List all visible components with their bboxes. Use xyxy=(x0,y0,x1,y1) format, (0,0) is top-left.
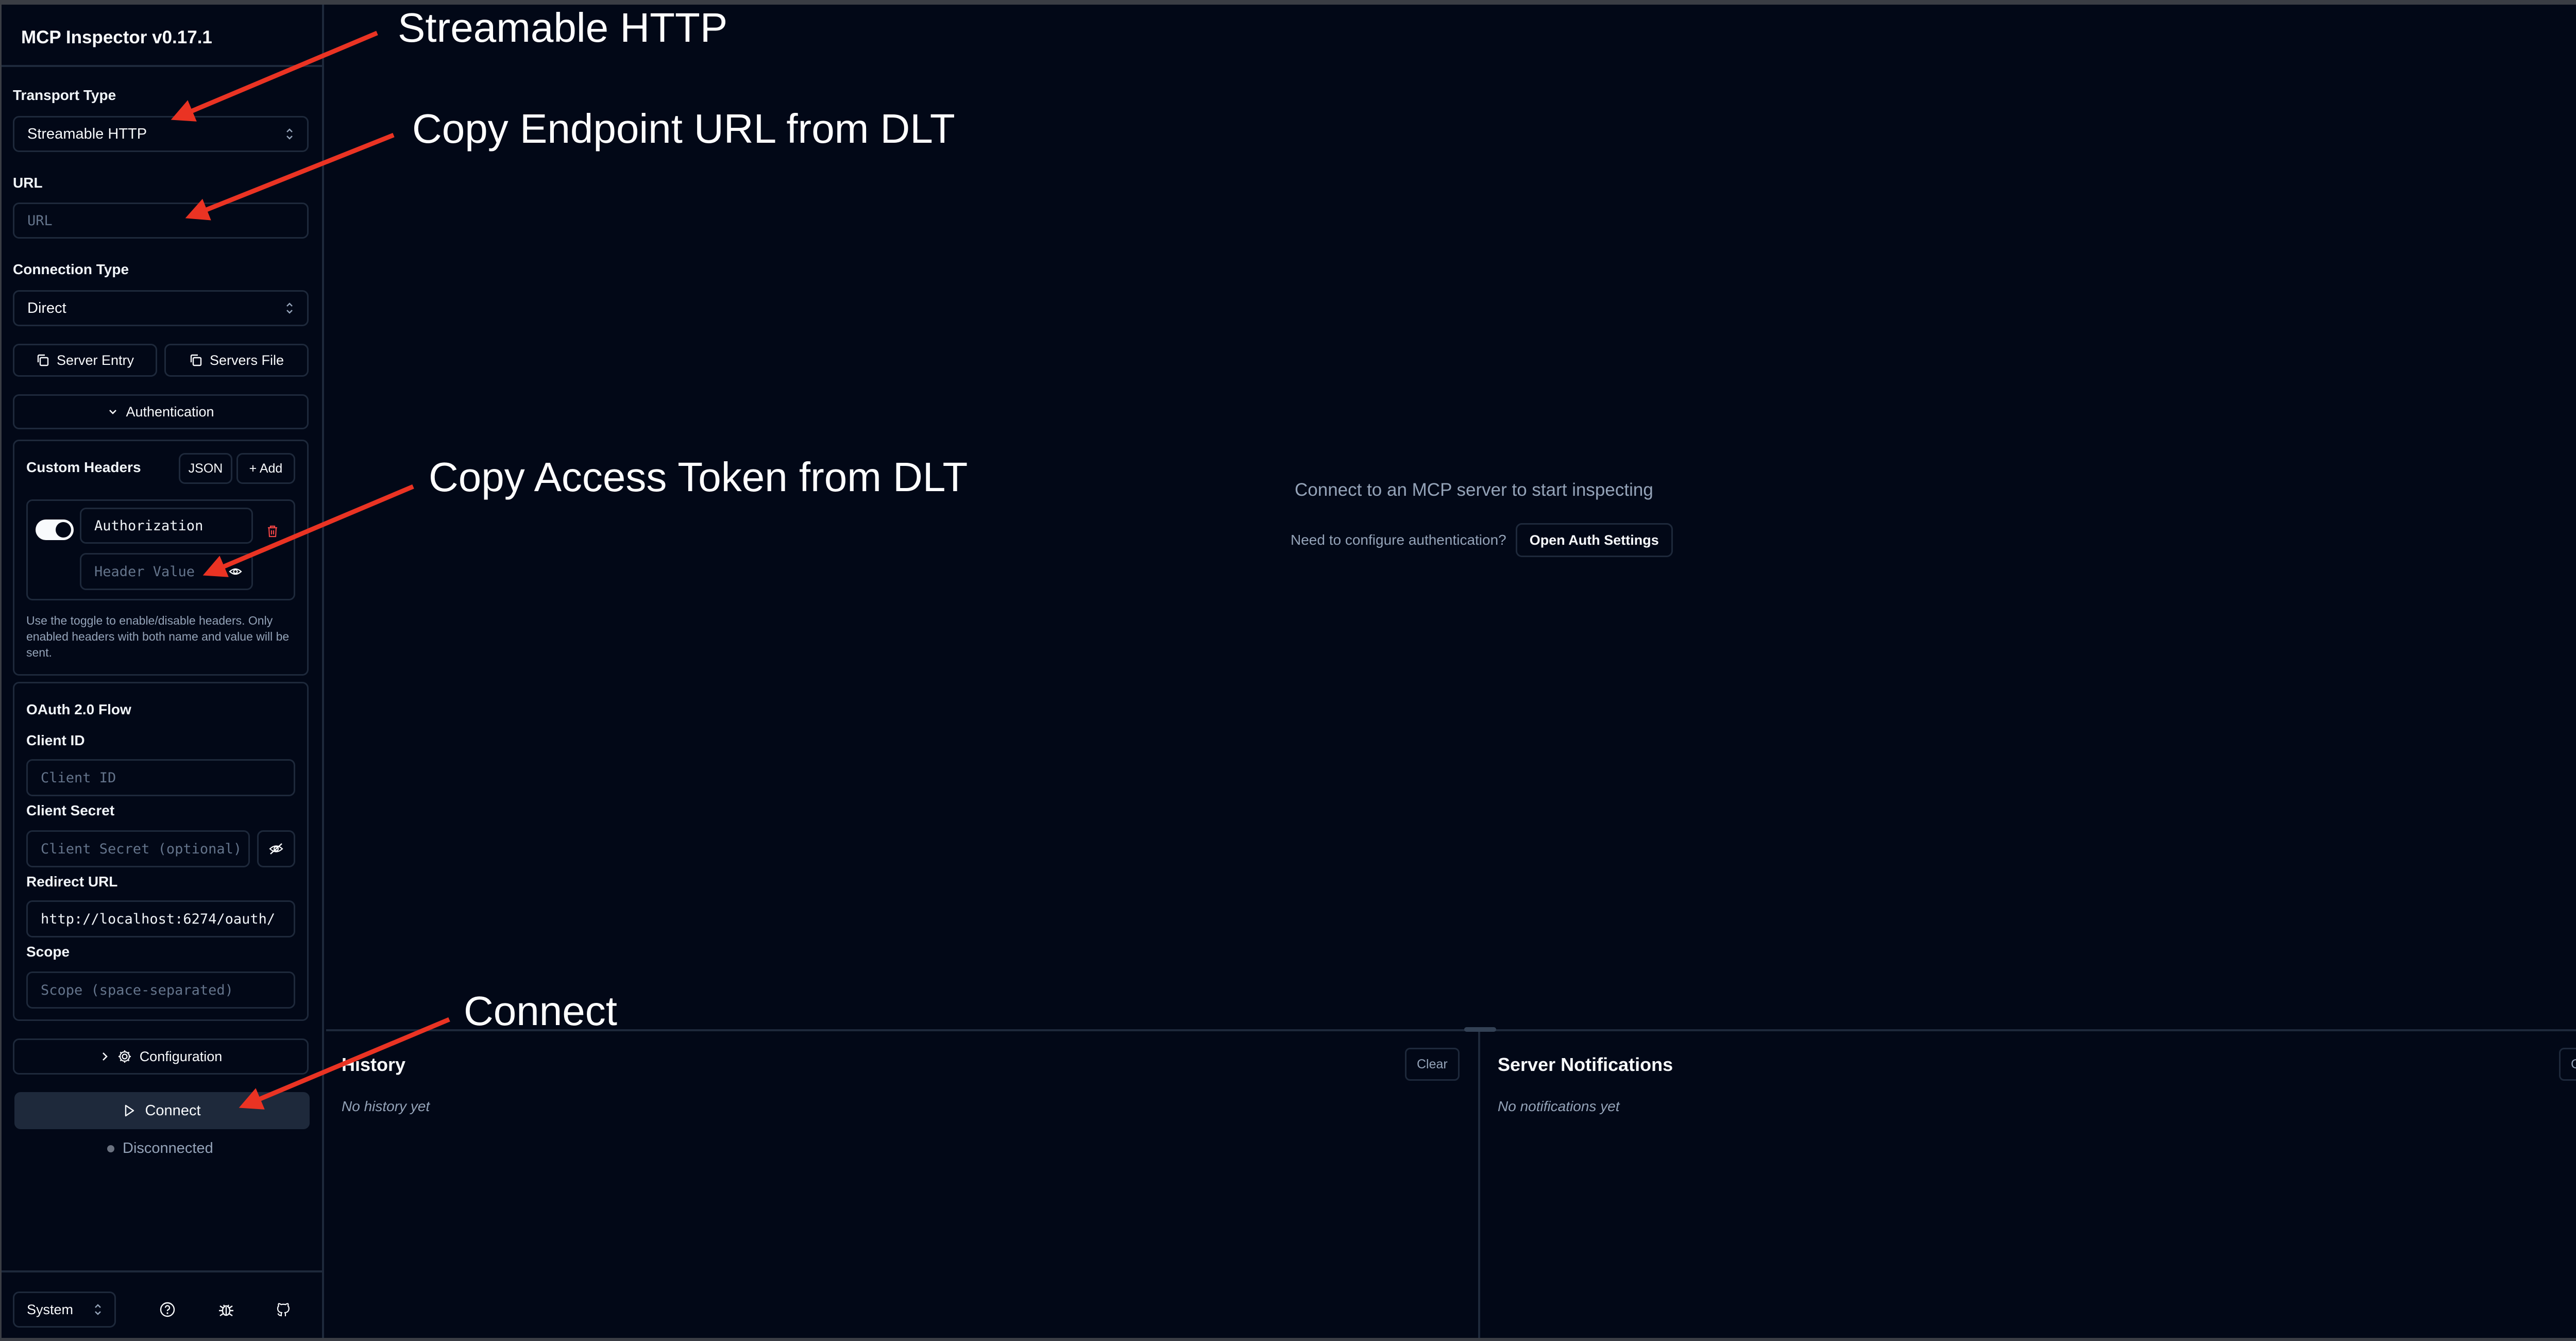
redirect-url-input[interactable]: http://localhost:6274/oauth/ xyxy=(26,900,295,937)
oauth-title: OAuth 2.0 Flow xyxy=(26,701,131,717)
status-dot-icon xyxy=(107,1145,114,1152)
theme-value: System xyxy=(27,1301,74,1317)
client-secret-label: Client Secret xyxy=(26,802,115,818)
history-empty-text: No history yet xyxy=(342,1098,430,1114)
client-id-input[interactable]: Client ID xyxy=(26,759,295,796)
connect-label: Connect xyxy=(145,1102,201,1119)
configuration-label: Configuration xyxy=(139,1048,223,1064)
bottom-panel: History Clear No history yet Server Noti… xyxy=(326,1029,2576,1338)
redirect-url-label: Redirect URL xyxy=(26,874,118,890)
transport-type-label: Transport Type xyxy=(13,87,116,103)
select-chevron-icon xyxy=(95,1304,101,1315)
delete-header-button[interactable] xyxy=(262,521,283,542)
open-auth-settings-button[interactable]: Open Auth Settings xyxy=(1515,523,1673,557)
empty-state-message: Connect to an MCP server to start inspec… xyxy=(1295,480,1653,500)
url-placeholder: URL xyxy=(27,212,53,229)
scope-placeholder: Scope (space-separated) xyxy=(41,982,233,998)
status-text: Disconnected xyxy=(123,1140,213,1156)
annotation-connect: Connect xyxy=(464,988,617,1034)
custom-headers-title: Custom Headers xyxy=(26,459,141,475)
notifications-empty-text: No notifications yet xyxy=(1498,1098,1620,1114)
show-value-button[interactable] xyxy=(225,561,246,582)
server-entry-label: Server Entry xyxy=(56,352,134,368)
add-header-label: + Add xyxy=(249,461,283,476)
connection-status: Disconnected xyxy=(107,1140,213,1157)
connection-type-label: Connection Type xyxy=(13,261,129,277)
play-icon xyxy=(125,1104,134,1117)
main-content xyxy=(326,5,2576,1029)
panel-resize-handle[interactable] xyxy=(1464,1027,1496,1032)
annotation-endpoint-url: Copy Endpoint URL from DLT xyxy=(412,106,955,152)
server-notifications-panel: Server Notifications Clear No notificati… xyxy=(1482,1031,2576,1338)
sidebar: MCP Inspector v0.17.1 Transport Type Str… xyxy=(2,5,324,1338)
github-icon xyxy=(277,1303,290,1316)
toggle-secret-visibility-button[interactable] xyxy=(257,830,295,867)
theme-select[interactable]: System xyxy=(13,1292,116,1328)
select-chevron-icon xyxy=(286,128,293,140)
header-name-input[interactable]: Authorization xyxy=(80,508,253,544)
connect-button[interactable]: Connect xyxy=(14,1092,310,1129)
history-title: History xyxy=(342,1054,406,1075)
annotation-streamable-http: Streamable HTTP xyxy=(398,5,728,51)
gear-icon xyxy=(118,1050,131,1063)
server-notifications-title: Server Notifications xyxy=(1498,1054,1673,1075)
url-input[interactable]: URL xyxy=(13,203,309,239)
eye-icon xyxy=(229,568,242,575)
header-name-value: Authorization xyxy=(94,517,204,534)
servers-file-button[interactable]: Servers File xyxy=(164,344,309,377)
client-id-label: Client ID xyxy=(26,732,85,748)
client-id-placeholder: Client ID xyxy=(41,769,116,786)
app-title: MCP Inspector v0.17.1 xyxy=(21,27,212,47)
header-value-placeholder: Header Value xyxy=(94,563,195,580)
history-panel: History Clear No history yet xyxy=(326,1031,1480,1338)
select-chevron-icon xyxy=(286,303,293,314)
help-button[interactable] xyxy=(157,1299,178,1320)
sidebar-footer: System xyxy=(2,1270,322,1338)
url-label: URL xyxy=(13,175,43,191)
open-auth-settings-label: Open Auth Settings xyxy=(1529,532,1659,548)
history-clear-label: Clear xyxy=(1417,1057,1448,1071)
scope-input[interactable]: Scope (space-separated) xyxy=(26,971,295,1009)
eye-off-icon xyxy=(269,843,283,854)
help-circle-icon xyxy=(160,1302,175,1317)
notifications-clear-label: Clear xyxy=(2571,1057,2576,1071)
transport-type-select[interactable]: Streamable HTTP xyxy=(13,116,309,152)
auth-prompt-text: Need to configure authentication? xyxy=(1291,532,1506,548)
chevron-right-icon xyxy=(102,1052,108,1061)
copy-icon xyxy=(190,354,202,366)
add-header-button[interactable]: + Add xyxy=(236,453,295,484)
client-secret-placeholder: Client Secret (optional) xyxy=(41,841,242,857)
json-button[interactable]: JSON xyxy=(179,453,232,484)
configuration-toggle-button[interactable]: Configuration xyxy=(13,1038,309,1075)
trash-icon xyxy=(268,525,277,538)
bug-icon xyxy=(219,1304,233,1316)
scope-label: Scope xyxy=(26,944,70,960)
notifications-clear-button[interactable]: Clear xyxy=(2559,1048,2576,1081)
copy-icon xyxy=(37,354,49,366)
server-entry-button[interactable]: Server Entry xyxy=(13,344,157,377)
github-button[interactable] xyxy=(274,1299,294,1320)
json-label: JSON xyxy=(188,461,223,476)
connection-type-value: Direct xyxy=(27,299,66,316)
custom-headers-hint: Use the toggle to enable/disable headers… xyxy=(26,614,290,659)
servers-file-label: Servers File xyxy=(209,352,284,368)
client-secret-input[interactable]: Client Secret (optional) xyxy=(26,830,250,867)
report-bug-button[interactable] xyxy=(216,1299,236,1320)
authentication-toggle-button[interactable]: Authentication xyxy=(13,394,309,429)
redirect-url-value: http://localhost:6274/oauth/ xyxy=(41,911,276,927)
transport-type-value: Streamable HTTP xyxy=(27,125,147,142)
header-enabled-toggle[interactable] xyxy=(36,519,74,540)
authentication-label: Authentication xyxy=(126,404,214,420)
chevron-down-icon xyxy=(109,410,117,414)
connection-type-select[interactable]: Direct xyxy=(13,290,309,326)
history-clear-button[interactable]: Clear xyxy=(1405,1048,1460,1081)
sidebar-header: MCP Inspector v0.17.1 xyxy=(2,5,322,67)
auth-prompt-row: Need to configure authentication? Open A… xyxy=(1291,523,1673,557)
annotation-access-token: Copy Access Token from DLT xyxy=(429,454,968,500)
